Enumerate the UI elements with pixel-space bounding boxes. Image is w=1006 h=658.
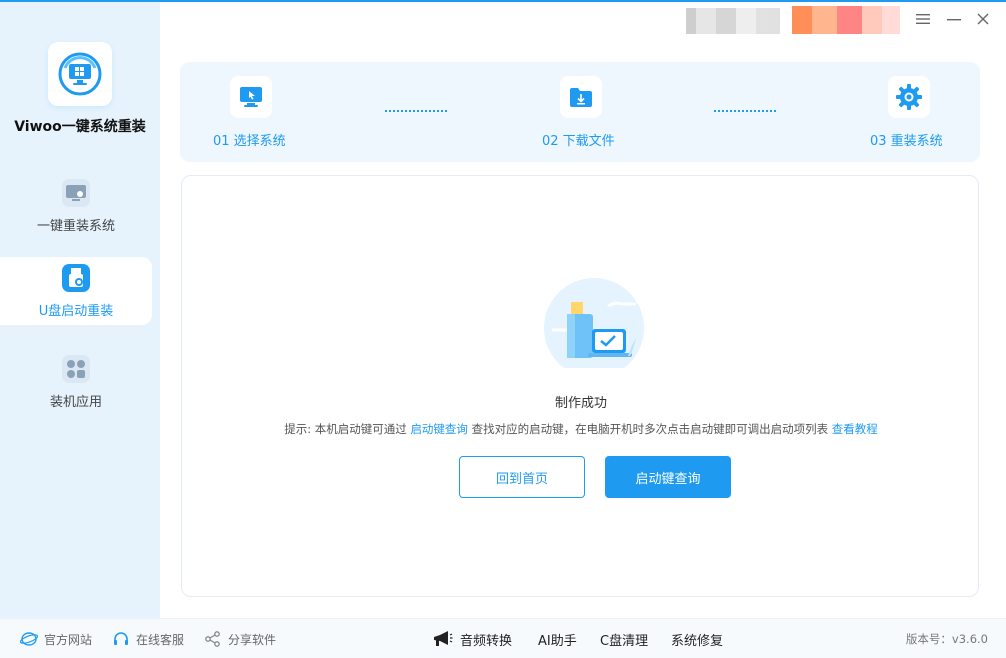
share-software-link[interactable]: 分享软件: [204, 619, 276, 658]
ai-assistant-link[interactable]: AI助手: [538, 619, 577, 658]
close-icon: [977, 13, 989, 25]
system-repair-link[interactable]: 系统修复: [671, 619, 723, 658]
monitor-icon: [62, 178, 90, 207]
menu-icon: [916, 14, 930, 24]
version-label: 版本号：v3.6.0: [905, 632, 988, 646]
folder-download-icon: [560, 76, 602, 118]
step-label: 02 下载文件: [542, 134, 615, 149]
promo-banner-blurred[interactable]: [792, 6, 900, 34]
globe-icon: [20, 630, 38, 648]
app-title: Viwoo一键系统重装: [14, 119, 146, 135]
step-select-system: 01 选择系统: [210, 62, 320, 162]
sidebar-item-one-click-reinstall[interactable]: 一键重装系统: [0, 172, 152, 240]
menu-button[interactable]: [912, 8, 934, 30]
logo-icon: [58, 52, 102, 96]
usb-icon: [62, 263, 90, 292]
sidebar-item-label: U盘启动重装: [38, 303, 114, 319]
hint-text: 提示: 本机启动键可通过 启动键查询 查找对应的启动键，在电脑开机时多次点击启动…: [182, 421, 980, 437]
share-software-label: 分享软件: [228, 632, 277, 647]
step-download-files: 02 下载文件: [540, 62, 650, 162]
gear-icon: [888, 76, 930, 118]
audio-convert-link[interactable]: 音频转换: [430, 619, 512, 658]
back-home-button[interactable]: 回到首页: [459, 456, 585, 498]
sidebar-item-usb-reinstall[interactable]: U盘启动重装: [0, 257, 152, 325]
footer: 官方网站 在线客服 分享软件 音频转换 AI助手 C盘清理 系统修复 版本号：v…: [0, 618, 1006, 658]
minimize-button[interactable]: [943, 8, 965, 30]
view-tutorial-link[interactable]: 查看教程: [832, 422, 878, 436]
online-support-label: 在线客服: [136, 632, 185, 647]
sidebar-item-label: 一键重装系统: [36, 218, 115, 234]
apps-icon: [62, 354, 90, 383]
hint-middle: 查找对应的启动键，在电脑开机时多次点击启动键即可调出启动项列表: [471, 422, 829, 436]
share-icon: [204, 630, 222, 648]
progress-steps: 01 选择系统 02 下载文件 03 重装系统: [180, 62, 980, 162]
boot-key-query-link[interactable]: 启动键查询: [410, 422, 468, 436]
app-logo: [48, 42, 112, 106]
official-site-label: 官方网站: [44, 632, 93, 647]
boot-key-query-button[interactable]: 启动键查询: [605, 456, 731, 498]
usb-success-illustration: [544, 278, 644, 368]
step-connector: [385, 110, 447, 112]
status-text: 制作成功: [554, 396, 607, 411]
c-drive-clean-link[interactable]: C盘清理: [600, 619, 648, 658]
step-connector: [714, 110, 776, 112]
minimize-icon: [947, 19, 961, 21]
monitor-cursor-icon: [230, 76, 272, 118]
close-button[interactable]: [972, 8, 994, 30]
headset-icon: [112, 630, 130, 648]
audio-convert-label: 音频转换: [460, 633, 513, 649]
step-label: 03 重装系统: [870, 134, 943, 149]
step-reinstall-system: 03 重装系统: [870, 62, 980, 162]
user-info-blurred: [686, 8, 780, 34]
hint-prefix: 提示: 本机启动键可通过: [284, 422, 407, 436]
megaphone-icon: [430, 630, 454, 648]
sidebar: Viwoo一键系统重装 一键重装系统 U盘启动重装 装机应用: [0, 2, 160, 618]
result-card: 制作成功 提示: 本机启动键可通过 启动键查询 查找对应的启动键，在电脑开机时多…: [181, 175, 979, 597]
step-label: 01 选择系统: [213, 134, 286, 149]
sidebar-item-install-apps[interactable]: 装机应用: [0, 348, 152, 416]
online-support-link[interactable]: 在线客服: [112, 619, 184, 658]
sidebar-item-label: 装机应用: [49, 394, 102, 410]
official-site-link[interactable]: 官方网站: [20, 619, 92, 658]
